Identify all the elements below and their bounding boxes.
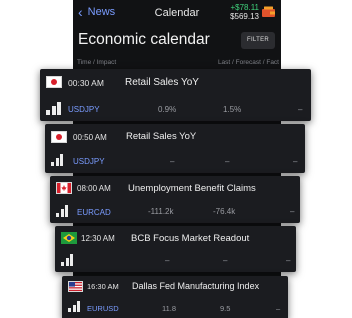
event-title: Dallas Fed Manufacturing Index xyxy=(132,281,260,291)
currency-pair: EURCAD xyxy=(77,208,111,217)
event-title: BCB Focus Market Readout xyxy=(131,233,250,244)
column-header-values: Last / Forecast / Fact xyxy=(217,59,279,66)
usa-flag-icon xyxy=(68,281,83,292)
column-header-time-impact: Time / Impact xyxy=(77,59,117,66)
event-time: 08:00 AM xyxy=(77,184,111,193)
japan-flag-icon xyxy=(46,76,62,88)
value-fact: – xyxy=(298,105,303,114)
event-card[interactable]: 12:30 AM BCB Focus Market Readout – – – xyxy=(55,226,296,272)
page-title: Economic calendar xyxy=(78,31,210,48)
event-title: Retail Sales YoY xyxy=(125,77,199,88)
impact-high-icon xyxy=(46,102,63,115)
event-title: Retail Sales YoY xyxy=(126,131,197,142)
value-fact: – xyxy=(276,304,281,313)
impact-high-icon xyxy=(51,154,66,166)
event-time: 16:30 AM xyxy=(87,282,119,291)
value-forecast: – xyxy=(223,256,228,265)
value-last: – xyxy=(165,256,170,265)
currency-pair: USDJPY xyxy=(68,105,100,114)
impact-high-icon xyxy=(68,301,82,312)
event-card[interactable]: 16:30 AM Dallas Fed Manufacturing Index … xyxy=(62,276,288,318)
event-card[interactable]: 08:00 AM Unemployment Benefit Claims EUR… xyxy=(50,176,300,223)
balance-change: +$78.11 xyxy=(230,3,259,12)
currency-pair: USDJPY xyxy=(73,157,105,166)
event-time: 00:30 AM xyxy=(68,78,104,88)
wallet-icon[interactable] xyxy=(262,6,275,17)
canada-flag-icon xyxy=(56,182,72,194)
balance-value: $569.13 xyxy=(230,12,259,21)
filter-button[interactable]: FILTER xyxy=(241,32,275,49)
value-forecast: – xyxy=(225,157,230,166)
value-last: 0.9% xyxy=(158,105,177,114)
value-fact: – xyxy=(286,256,291,265)
value-fact: – xyxy=(293,157,298,166)
impact-high-icon xyxy=(61,254,76,266)
nav-bar: ‹ News Calendar +$78.11 $569.13 xyxy=(73,0,281,26)
value-last: – xyxy=(170,157,175,166)
event-time: 00:50 AM xyxy=(73,133,107,142)
event-card[interactable]: 00:50 AM Retail Sales YoY USDJPY – – – xyxy=(45,124,305,173)
value-last: 11.8 xyxy=(162,304,177,313)
event-title: Unemployment Benefit Claims xyxy=(128,183,256,194)
japan-flag-icon xyxy=(51,131,67,143)
balance-display[interactable]: +$78.11 $569.13 xyxy=(230,3,259,21)
value-fact: – xyxy=(290,207,295,216)
event-card[interactable]: 00:30 AM Retail Sales YoY USDJPY 0.9% 1.… xyxy=(40,69,311,121)
currency-pair: EURUSD xyxy=(87,304,119,313)
impact-high-icon xyxy=(56,205,71,217)
event-time: 12:30 AM xyxy=(81,234,115,243)
value-last: -111.2k xyxy=(148,207,174,216)
value-forecast: 1.5% xyxy=(223,105,242,114)
value-forecast: 9.5 xyxy=(220,304,231,313)
brazil-flag-icon xyxy=(61,232,77,244)
value-forecast: -76.4k xyxy=(213,207,236,216)
